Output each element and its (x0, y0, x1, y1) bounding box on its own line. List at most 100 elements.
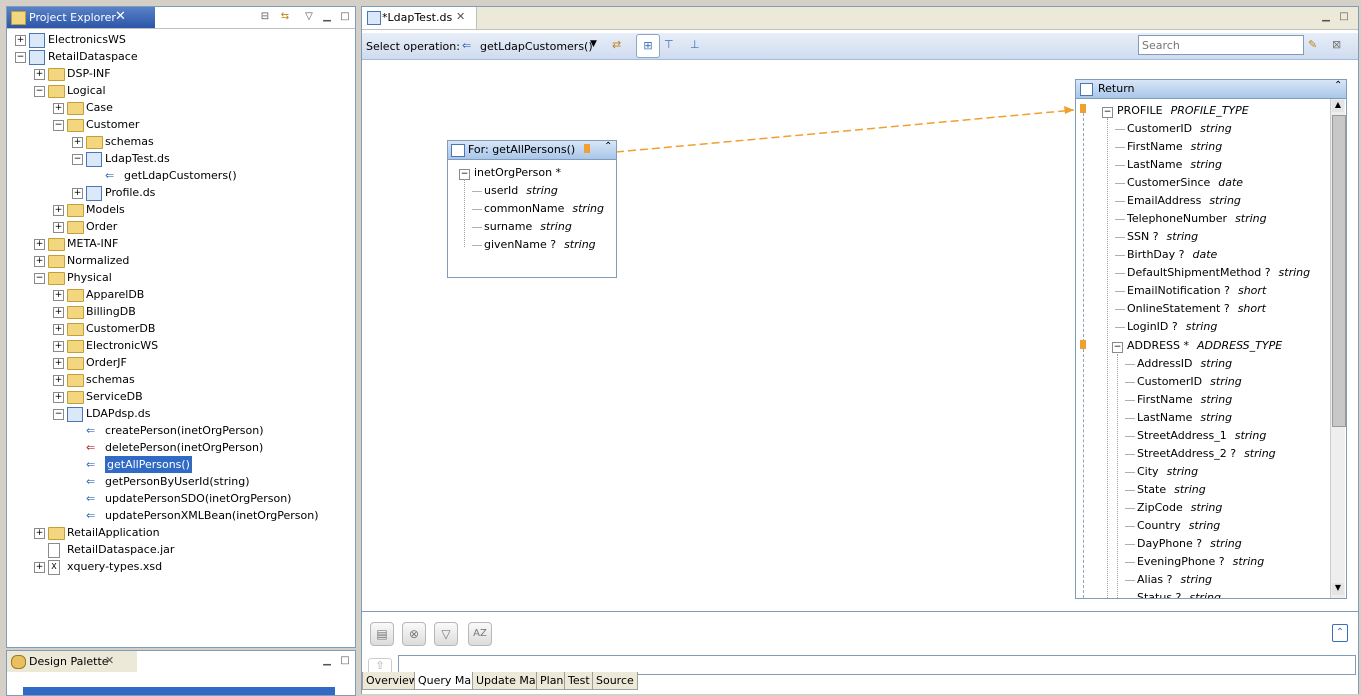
expand-icon[interactable]: + (53, 341, 64, 352)
schema-field[interactable]: ZipCode string (1137, 499, 1222, 517)
schema-field[interactable]: userId string (484, 182, 558, 200)
schema-field[interactable]: CustomerID string (1137, 373, 1242, 391)
tab-design-palette[interactable]: Design Palette ✕ (7, 651, 137, 672)
tree-item[interactable]: − RetailDataspace (7, 48, 355, 65)
tree-item[interactable]: + schemas (7, 371, 355, 388)
schema-field[interactable]: State string (1137, 481, 1206, 499)
expand-icon[interactable]: + (34, 239, 45, 250)
scroll-down-icon[interactable]: ▼ (1332, 583, 1344, 595)
schema-field[interactable]: Status ? string (1137, 589, 1221, 598)
tree-horizontal-icon[interactable]: ⊤ (664, 38, 674, 51)
tree-item[interactable]: + RetailApplication (7, 524, 355, 541)
expand-icon[interactable]: + (53, 290, 64, 301)
tree-item[interactable]: + DSP-INF (7, 65, 355, 82)
for-box[interactable]: For: getAllPersons() ⌃ − inetOrgPerson *… (447, 140, 617, 278)
tree-item[interactable]: + Normalized (7, 252, 355, 269)
tab-ldaptest-ds[interactable]: *LdapTest.ds ✕ (362, 7, 477, 29)
schema-field[interactable]: BirthDay ? date (1127, 246, 1217, 264)
expander[interactable]: − (1112, 342, 1123, 353)
schema-field[interactable]: StreetAddress_1 string (1137, 427, 1266, 445)
scroll-thumb[interactable] (1332, 115, 1346, 427)
minimize-icon[interactable]: ▁ (1320, 11, 1332, 22)
tree-item[interactable]: ⇐ updatePersonSDO(inetOrgPerson) (7, 490, 355, 507)
tree-item[interactable]: ⇐ updatePersonXMLBean(inetOrgPerson) (7, 507, 355, 524)
minimize-icon[interactable]: ▁ (321, 11, 333, 22)
expand-icon[interactable]: + (53, 307, 64, 318)
schema-field[interactable]: CustomerID string (1127, 120, 1232, 138)
expand-icon[interactable]: + (34, 528, 45, 539)
tab-source[interactable]: Source (592, 672, 638, 690)
expand-icon[interactable]: + (53, 375, 64, 386)
schema-field[interactable]: Country string (1137, 517, 1220, 535)
tree-item[interactable]: − Logical (7, 82, 355, 99)
expand-icon[interactable]: + (53, 205, 64, 216)
schema-field[interactable]: LoginID ? string (1127, 318, 1217, 336)
expand-icon[interactable]: + (53, 392, 64, 403)
cancel-icon[interactable]: ⊗ (402, 622, 426, 646)
chevron-down-icon[interactable]: ▼ (590, 39, 597, 49)
sort-icon[interactable]: AZ (468, 622, 492, 646)
view-menu-icon[interactable]: ▽ (303, 11, 315, 22)
schema-field[interactable]: AddressID string (1137, 355, 1232, 373)
collapse-all-icon[interactable]: ⊟ (259, 11, 271, 22)
tab-plan[interactable]: Plan (536, 672, 568, 690)
tree-vertical-icon[interactable]: ⊥ (690, 38, 700, 51)
schema-field[interactable]: surname string (484, 218, 572, 236)
layout-icon[interactable]: ▤ (370, 622, 394, 646)
collapse-icon[interactable]: − (72, 154, 83, 165)
link-with-editor-icon[interactable]: ⇆ (279, 11, 291, 22)
tree-item[interactable]: + Xxquery-types.xsd (7, 558, 355, 575)
tree-item[interactable]: ⇐ getPersonByUserId(string) (7, 473, 355, 490)
collapse-icon[interactable]: − (15, 52, 26, 63)
schema-field[interactable]: DefaultShipmentMethod ? string (1127, 264, 1310, 282)
tree-item[interactable]: + ElectronicWS (7, 337, 355, 354)
pencil-icon[interactable]: ✎ (1308, 38, 1317, 51)
collapse-icon[interactable]: ⌃ (1334, 80, 1342, 91)
filter-icon[interactable]: ▽ (434, 622, 458, 646)
expand-icon[interactable]: + (53, 324, 64, 335)
schema-field[interactable]: LastName string (1137, 409, 1232, 427)
for-root-node[interactable]: inetOrgPerson * (474, 164, 561, 182)
search-input[interactable] (1138, 35, 1304, 55)
expand-panel-icon[interactable]: ⌃ (1332, 624, 1348, 642)
tab-overview[interactable]: Overview (362, 672, 422, 690)
expand-icon[interactable]: + (34, 69, 45, 80)
tree-item[interactable]: + ApparelDB (7, 286, 355, 303)
expand-icon[interactable]: + (53, 103, 64, 114)
schema-field[interactable]: City string (1137, 463, 1198, 481)
tree-item[interactable]: + Models (7, 201, 355, 218)
close-icon[interactable]: ✕ (105, 654, 114, 667)
schema-field[interactable]: LastName string (1127, 156, 1222, 174)
tab-project-explorer[interactable]: Project Explorer ✕ (7, 7, 155, 28)
expand-icon[interactable]: + (53, 358, 64, 369)
tab-test[interactable]: Test (564, 672, 594, 690)
clear-icon[interactable]: ⊠ (1332, 38, 1341, 51)
tree-item[interactable]: − Customer (7, 116, 355, 133)
schema-field[interactable]: FirstName string (1137, 391, 1232, 409)
tree-item[interactable]: − Physical (7, 269, 355, 286)
tree-item[interactable]: + Case (7, 99, 355, 116)
return-root-node[interactable]: PROFILE PROFILE_TYPE (1117, 102, 1249, 120)
schema-field[interactable]: SSN ? string (1127, 228, 1198, 246)
tree-item[interactable]: + ElectronicsWS (7, 31, 355, 48)
swap-icon[interactable]: ⇄ (612, 38, 621, 51)
collapse-icon[interactable]: − (53, 120, 64, 131)
collapse-icon[interactable]: − (34, 86, 45, 97)
tree-item[interactable]: + META-INF (7, 235, 355, 252)
schema-field[interactable]: DayPhone ? string (1137, 535, 1242, 553)
tree-item[interactable]: RetailDataspace.jar (7, 541, 355, 558)
tree-item[interactable]: + Order (7, 218, 355, 235)
tree-item[interactable]: ⇐ deletePerson(inetOrgPerson) (7, 439, 355, 456)
schema-field[interactable]: EmailAddress string (1127, 192, 1241, 210)
tree-item[interactable]: + CustomerDB (7, 320, 355, 337)
maximize-icon[interactable]: □ (1338, 11, 1350, 22)
minimize-icon[interactable]: ▁ (321, 655, 333, 666)
tree-item[interactable]: + ServiceDB (7, 388, 355, 405)
return-box[interactable]: Return ⌃ − PROFILE PROFILE_TYPE − ADDRESS… (1075, 79, 1347, 599)
maximize-icon[interactable]: □ (339, 11, 351, 22)
tree-layout-button[interactable]: ⊞ (636, 34, 660, 58)
for-box-header[interactable]: For: getAllPersons() ⌃ (448, 141, 616, 160)
schema-field[interactable]: EmailNotification ? short (1127, 282, 1266, 300)
schema-field[interactable]: Alias ? string (1137, 571, 1212, 589)
close-icon[interactable]: ✕ (456, 10, 465, 23)
